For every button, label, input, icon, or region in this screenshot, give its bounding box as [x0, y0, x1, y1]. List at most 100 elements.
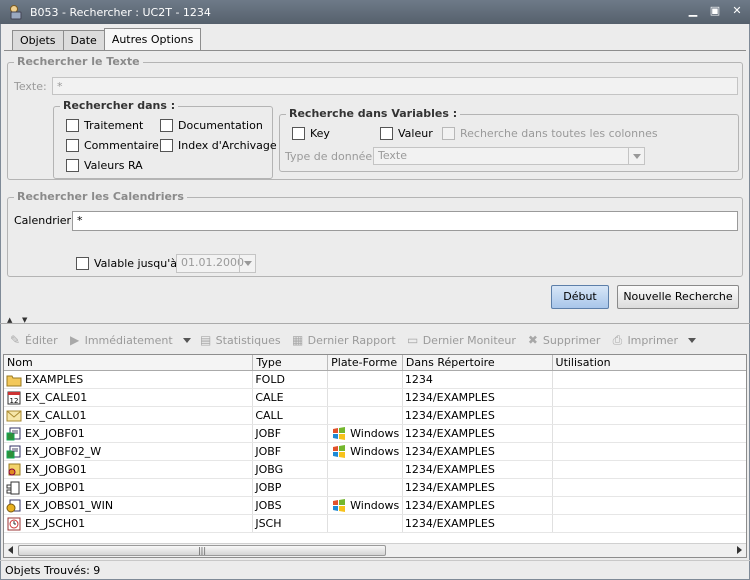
- cell-type[interactable]: JOBF: [253, 425, 329, 442]
- valeur-check-box[interactable]: [380, 127, 393, 140]
- minimize-icon[interactable]: ▁: [686, 4, 700, 18]
- cell-directory[interactable]: 1234/EXAMPLES: [403, 461, 553, 478]
- data-type-select[interactable]: Texte: [373, 147, 645, 165]
- cell-name[interactable]: EX_JOBF01: [4, 425, 254, 442]
- execute-dropdown-icon[interactable]: [182, 337, 191, 343]
- scrollbar-thumb[interactable]: |||: [18, 545, 386, 556]
- valid-until-check-box[interactable]: [76, 257, 89, 270]
- traitement-checkbox[interactable]: Traitement: [66, 119, 143, 132]
- valeur-checkbox[interactable]: Valeur: [380, 127, 433, 140]
- table-row[interactable]: EX_JOBF01 JOBF Windows 1234/EXAMPLES: [4, 425, 746, 443]
- cell-type[interactable]: FOLD: [253, 371, 329, 388]
- cell-platform[interactable]: Windows: [328, 425, 403, 442]
- maximize-icon[interactable]: ▣: [708, 4, 722, 18]
- edit-button[interactable]: ✎ Éditer: [8, 333, 58, 347]
- cell-type[interactable]: JOBG: [253, 461, 329, 478]
- column-header-nom[interactable]: Nom: [4, 355, 254, 370]
- cell-name[interactable]: 12 EX_CALE01: [4, 389, 254, 406]
- valid-until-checkbox[interactable]: Valable jusqu'à :: [76, 257, 184, 270]
- cell-usage[interactable]: [553, 389, 746, 406]
- cell-name[interactable]: EX_CALL01: [4, 407, 254, 424]
- index-archivage-check-box[interactable]: [160, 139, 173, 152]
- cell-platform[interactable]: [328, 479, 403, 496]
- key-check-box[interactable]: [292, 127, 305, 140]
- cell-platform[interactable]: [328, 389, 403, 406]
- table-row[interactable]: EX_JOBS01_WIN JOBS Windows 1234/EXAMPLES: [4, 497, 746, 515]
- print-dropdown-icon[interactable]: [687, 337, 696, 343]
- cell-usage[interactable]: [553, 371, 746, 388]
- cell-directory[interactable]: 1234/EXAMPLES: [403, 407, 553, 424]
- table-row[interactable]: EX_CALL01 CALL 1234/EXAMPLES: [4, 407, 746, 425]
- cell-type[interactable]: JOBS: [253, 497, 329, 514]
- column-header-usage[interactable]: Utilisation: [553, 355, 746, 370]
- cell-directory[interactable]: 1234/EXAMPLES: [403, 425, 553, 442]
- valeurs-ra-check-box[interactable]: [66, 159, 79, 172]
- column-header-platform[interactable]: Plate-Forme: [328, 355, 403, 370]
- last-report-button[interactable]: ▦ Dernier Rapport: [291, 333, 396, 347]
- chevron-down-icon[interactable]: [628, 148, 644, 164]
- cell-directory[interactable]: 1234/EXAMPLES: [403, 479, 553, 496]
- table-row[interactable]: EXAMPLES FOLD 1234: [4, 371, 746, 389]
- cell-platform[interactable]: Windows: [328, 443, 403, 460]
- cell-platform[interactable]: Windows: [328, 497, 403, 514]
- all-columns-checkbox[interactable]: Recherche dans toutes les colonnes: [442, 127, 658, 140]
- cell-usage[interactable]: [553, 443, 746, 460]
- index-archivage-checkbox[interactable]: Index d'Archivage: [160, 139, 277, 152]
- documentation-check-box[interactable]: [160, 119, 173, 132]
- scroll-left-icon[interactable]: [8, 546, 13, 554]
- cell-platform[interactable]: [328, 515, 403, 532]
- cell-usage[interactable]: [553, 425, 746, 442]
- cell-directory[interactable]: 1234/EXAMPLES: [403, 443, 553, 460]
- cell-usage[interactable]: [553, 407, 746, 424]
- commentaire-check-box[interactable]: [66, 139, 79, 152]
- cell-name[interactable]: EX_JOBF02_W: [4, 443, 254, 460]
- cell-name[interactable]: EX_JOBP01: [4, 479, 254, 496]
- cell-name[interactable]: EX_JSCH01: [4, 515, 254, 532]
- cell-platform[interactable]: [328, 371, 403, 388]
- cell-platform[interactable]: [328, 461, 403, 478]
- debut-button[interactable]: Début: [551, 285, 609, 309]
- cell-type[interactable]: JOBF: [253, 443, 329, 460]
- cell-usage[interactable]: [553, 515, 746, 532]
- new-search-button[interactable]: Nouvelle Recherche: [617, 285, 739, 309]
- cell-type[interactable]: JSCH: [253, 515, 329, 532]
- cell-directory[interactable]: 1234/EXAMPLES: [403, 515, 553, 532]
- tab-autres-options[interactable]: Autres Options: [103, 28, 202, 50]
- cell-directory[interactable]: 1234: [403, 371, 553, 388]
- valid-until-date[interactable]: 01.01.2000: [176, 254, 256, 273]
- cell-usage[interactable]: [553, 461, 746, 478]
- all-columns-check-box[interactable]: [442, 127, 455, 140]
- column-header-type[interactable]: Type: [253, 355, 329, 370]
- cell-platform[interactable]: [328, 407, 403, 424]
- scroll-right-icon[interactable]: [737, 546, 742, 554]
- table-row[interactable]: EX_JOBF02_W JOBF Windows 1234/EXAMPLES: [4, 443, 746, 461]
- texte-input[interactable]: *: [52, 77, 738, 95]
- cell-usage[interactable]: [553, 497, 746, 514]
- cell-type[interactable]: CALE: [253, 389, 329, 406]
- cell-type[interactable]: JOBP: [253, 479, 329, 496]
- key-checkbox[interactable]: Key: [292, 127, 330, 140]
- delete-button[interactable]: ✖ Supprimer: [526, 333, 601, 347]
- cell-directory[interactable]: 1234/EXAMPLES: [403, 497, 553, 514]
- execute-button[interactable]: ▶ Immédiatement: [68, 333, 173, 347]
- horizontal-scrollbar[interactable]: |||: [4, 543, 746, 557]
- table-row[interactable]: EX_JOBP01 JOBP 1234/EXAMPLES: [4, 479, 746, 497]
- statistics-button[interactable]: ▤ Statistiques: [199, 333, 281, 347]
- table-row[interactable]: 12 EX_CALE01 CALE 1234/EXAMPLES: [4, 389, 746, 407]
- cell-name[interactable]: EXAMPLES: [4, 371, 254, 388]
- calendrier-input[interactable]: *: [72, 211, 738, 231]
- column-header-directory[interactable]: Dans Répertoire: [403, 355, 553, 370]
- tab-objets[interactable]: Objets: [12, 30, 64, 50]
- cell-name[interactable]: EX_JOBS01_WIN: [4, 497, 254, 514]
- table-row[interactable]: EX_JSCH01 JSCH 1234/EXAMPLES: [4, 515, 746, 533]
- print-button[interactable]: ⎙ Imprimer: [610, 333, 678, 347]
- valeurs-ra-checkbox[interactable]: Valeurs RA: [66, 159, 143, 172]
- traitement-check-box[interactable]: [66, 119, 79, 132]
- commentaire-checkbox[interactable]: Commentaire: [66, 139, 159, 152]
- tab-date[interactable]: Date: [62, 30, 105, 50]
- cell-name[interactable]: EX_JOBG01: [4, 461, 254, 478]
- chevron-down-icon[interactable]: [239, 255, 255, 272]
- close-icon[interactable]: ✕: [730, 4, 744, 18]
- cell-usage[interactable]: [553, 479, 746, 496]
- documentation-checkbox[interactable]: Documentation: [160, 119, 263, 132]
